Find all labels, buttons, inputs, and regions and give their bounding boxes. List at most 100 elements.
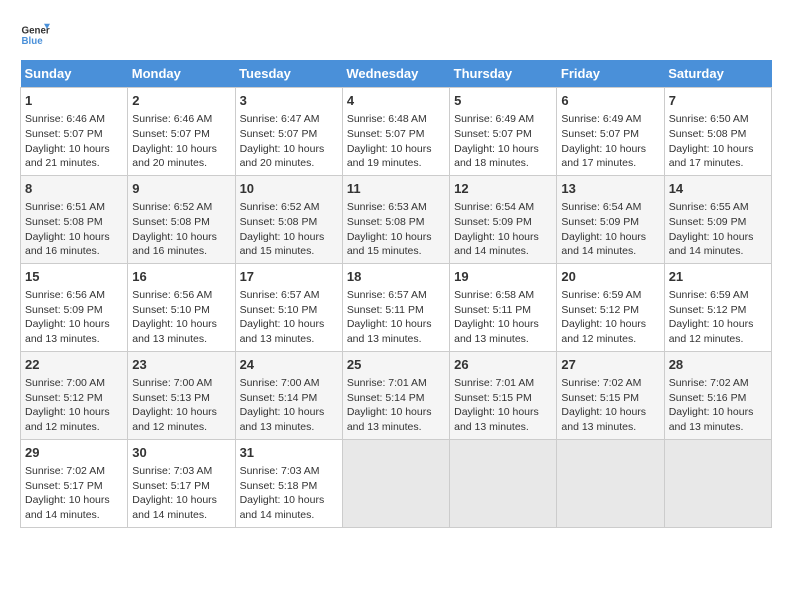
calendar-cell: 30 Sunrise: 7:03 AM Sunset: 5:17 PM Dayli… [128, 439, 235, 527]
calendar-table: SundayMondayTuesdayWednesdayThursdayFrid… [20, 60, 772, 528]
day-info: Sunrise: 6:56 AM Sunset: 5:10 PM Dayligh… [132, 288, 230, 347]
calendar-cell: 19 Sunrise: 6:58 AM Sunset: 5:11 PM Dayli… [450, 263, 557, 351]
day-number: 17 [240, 268, 338, 286]
day-info: Sunrise: 6:54 AM Sunset: 5:09 PM Dayligh… [454, 200, 552, 259]
day-info: Sunrise: 6:59 AM Sunset: 5:12 PM Dayligh… [561, 288, 659, 347]
day-info: Sunrise: 6:49 AM Sunset: 5:07 PM Dayligh… [561, 112, 659, 171]
calendar-cell: 4 Sunrise: 6:48 AM Sunset: 5:07 PM Daylig… [342, 88, 449, 176]
day-info: Sunrise: 7:00 AM Sunset: 5:12 PM Dayligh… [25, 376, 123, 435]
calendar-cell [664, 439, 771, 527]
day-number: 3 [240, 92, 338, 110]
day-number: 18 [347, 268, 445, 286]
day-number: 14 [669, 180, 767, 198]
header-saturday: Saturday [664, 60, 771, 88]
day-number: 15 [25, 268, 123, 286]
calendar-cell: 31 Sunrise: 7:03 AM Sunset: 5:18 PM Dayli… [235, 439, 342, 527]
day-info: Sunrise: 6:46 AM Sunset: 5:07 PM Dayligh… [25, 112, 123, 171]
calendar-cell: 7 Sunrise: 6:50 AM Sunset: 5:08 PM Daylig… [664, 88, 771, 176]
day-info: Sunrise: 7:01 AM Sunset: 5:14 PM Dayligh… [347, 376, 445, 435]
calendar-week-row: 15 Sunrise: 6:56 AM Sunset: 5:09 PM Dayli… [21, 263, 772, 351]
calendar-cell [450, 439, 557, 527]
calendar-cell: 1 Sunrise: 6:46 AM Sunset: 5:07 PM Daylig… [21, 88, 128, 176]
calendar-cell: 13Sunrise: 6:54 AM Sunset: 5:09 PM Dayli… [557, 175, 664, 263]
day-number: 28 [669, 356, 767, 374]
calendar-cell: 25Sunrise: 7:01 AM Sunset: 5:14 PM Dayli… [342, 351, 449, 439]
page-header: General Blue [20, 20, 772, 50]
day-number: 29 [25, 444, 123, 462]
calendar-week-row: 22Sunrise: 7:00 AM Sunset: 5:12 PM Dayli… [21, 351, 772, 439]
day-number: 4 [347, 92, 445, 110]
calendar-cell: 10 Sunrise: 6:52 AM Sunset: 5:08 PM Dayli… [235, 175, 342, 263]
header-sunday: Sunday [21, 60, 128, 88]
calendar-cell: 26 Sunrise: 7:01 AM Sunset: 5:15 PM Dayli… [450, 351, 557, 439]
calendar-cell [557, 439, 664, 527]
day-number: 19 [454, 268, 552, 286]
day-info: Sunrise: 6:50 AM Sunset: 5:08 PM Dayligh… [669, 112, 767, 171]
day-info: Sunrise: 6:52 AM Sunset: 5:08 PM Dayligh… [240, 200, 338, 259]
day-info: Sunrise: 7:00 AM Sunset: 5:13 PM Dayligh… [132, 376, 230, 435]
day-info: Sunrise: 7:02 AM Sunset: 5:17 PM Dayligh… [25, 464, 123, 523]
day-info: Sunrise: 6:52 AM Sunset: 5:08 PM Dayligh… [132, 200, 230, 259]
calendar-cell: 18 Sunrise: 6:57 AM Sunset: 5:11 PM Dayli… [342, 263, 449, 351]
calendar-cell: 29 Sunrise: 7:02 AM Sunset: 5:17 PM Dayli… [21, 439, 128, 527]
day-number: 7 [669, 92, 767, 110]
calendar-cell: 14Sunrise: 6:55 AM Sunset: 5:09 PM Dayli… [664, 175, 771, 263]
day-number: 21 [669, 268, 767, 286]
calendar-cell: 8 Sunrise: 6:51 AM Sunset: 5:08 PM Daylig… [21, 175, 128, 263]
day-number: 9 [132, 180, 230, 198]
calendar-cell: 20 Sunrise: 6:59 AM Sunset: 5:12 PM Dayli… [557, 263, 664, 351]
header-friday: Friday [557, 60, 664, 88]
day-info: Sunrise: 7:00 AM Sunset: 5:14 PM Dayligh… [240, 376, 338, 435]
day-info: Sunrise: 7:01 AM Sunset: 5:15 PM Dayligh… [454, 376, 552, 435]
day-info: Sunrise: 6:58 AM Sunset: 5:11 PM Dayligh… [454, 288, 552, 347]
day-number: 2 [132, 92, 230, 110]
header-monday: Monday [128, 60, 235, 88]
day-info: Sunrise: 6:56 AM Sunset: 5:09 PM Dayligh… [25, 288, 123, 347]
calendar-week-row: 1 Sunrise: 6:46 AM Sunset: 5:07 PM Daylig… [21, 88, 772, 176]
calendar-cell: 22Sunrise: 7:00 AM Sunset: 5:12 PM Dayli… [21, 351, 128, 439]
day-number: 30 [132, 444, 230, 462]
calendar-cell: 15 Sunrise: 6:56 AM Sunset: 5:09 PM Dayli… [21, 263, 128, 351]
day-number: 13 [561, 180, 659, 198]
day-info: Sunrise: 6:46 AM Sunset: 5:07 PM Dayligh… [132, 112, 230, 171]
calendar-cell: 27 Sunrise: 7:02 AM Sunset: 5:15 PM Dayli… [557, 351, 664, 439]
day-number: 20 [561, 268, 659, 286]
day-number: 26 [454, 356, 552, 374]
svg-text:Blue: Blue [22, 36, 44, 47]
calendar-cell: 2 Sunrise: 6:46 AM Sunset: 5:07 PM Daylig… [128, 88, 235, 176]
day-number: 11 [347, 180, 445, 198]
day-info: Sunrise: 7:03 AM Sunset: 5:18 PM Dayligh… [240, 464, 338, 523]
calendar-cell: 21 Sunrise: 6:59 AM Sunset: 5:12 PM Dayli… [664, 263, 771, 351]
calendar-cell: 16 Sunrise: 6:56 AM Sunset: 5:10 PM Dayli… [128, 263, 235, 351]
calendar-cell: 24 Sunrise: 7:00 AM Sunset: 5:14 PM Dayli… [235, 351, 342, 439]
day-number: 31 [240, 444, 338, 462]
day-number: 16 [132, 268, 230, 286]
day-number: 12 [454, 180, 552, 198]
day-number: 6 [561, 92, 659, 110]
day-info: Sunrise: 6:57 AM Sunset: 5:10 PM Dayligh… [240, 288, 338, 347]
day-info: Sunrise: 7:03 AM Sunset: 5:17 PM Dayligh… [132, 464, 230, 523]
day-number: 24 [240, 356, 338, 374]
header-thursday: Thursday [450, 60, 557, 88]
header-tuesday: Tuesday [235, 60, 342, 88]
day-number: 27 [561, 356, 659, 374]
day-number: 23 [132, 356, 230, 374]
calendar-header-row: SundayMondayTuesdayWednesdayThursdayFrid… [21, 60, 772, 88]
calendar-cell [342, 439, 449, 527]
day-info: Sunrise: 6:48 AM Sunset: 5:07 PM Dayligh… [347, 112, 445, 171]
calendar-cell: 11Sunrise: 6:53 AM Sunset: 5:08 PM Dayli… [342, 175, 449, 263]
calendar-week-row: 8 Sunrise: 6:51 AM Sunset: 5:08 PM Daylig… [21, 175, 772, 263]
calendar-cell: 12 Sunrise: 6:54 AM Sunset: 5:09 PM Dayli… [450, 175, 557, 263]
calendar-cell: 3Sunrise: 6:47 AM Sunset: 5:07 PM Daylig… [235, 88, 342, 176]
day-info: Sunrise: 6:51 AM Sunset: 5:08 PM Dayligh… [25, 200, 123, 259]
day-info: Sunrise: 6:59 AM Sunset: 5:12 PM Dayligh… [669, 288, 767, 347]
day-info: Sunrise: 7:02 AM Sunset: 5:15 PM Dayligh… [561, 376, 659, 435]
header-wednesday: Wednesday [342, 60, 449, 88]
day-info: Sunrise: 6:57 AM Sunset: 5:11 PM Dayligh… [347, 288, 445, 347]
day-number: 10 [240, 180, 338, 198]
day-number: 5 [454, 92, 552, 110]
calendar-cell: 5Sunrise: 6:49 AM Sunset: 5:07 PM Daylig… [450, 88, 557, 176]
day-number: 8 [25, 180, 123, 198]
day-info: Sunrise: 7:02 AM Sunset: 5:16 PM Dayligh… [669, 376, 767, 435]
day-number: 1 [25, 92, 123, 110]
